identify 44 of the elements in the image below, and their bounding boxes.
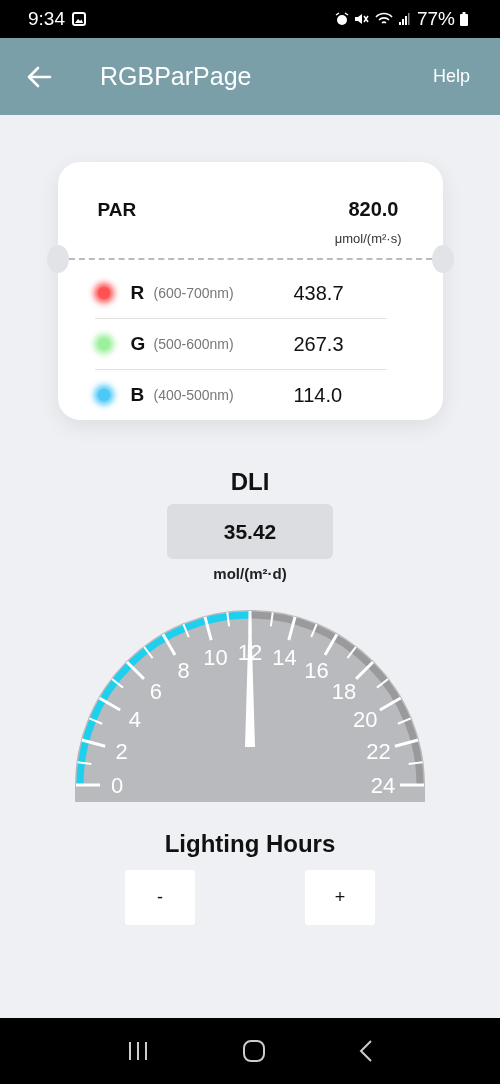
mute-icon xyxy=(353,12,370,26)
par-unit: μmol/(m²·s) xyxy=(334,231,402,246)
par-label: PAR xyxy=(97,198,137,221)
gauge-label: 4 xyxy=(128,706,141,732)
band-letter: B xyxy=(130,384,146,406)
battery-icon xyxy=(460,12,468,26)
gauge-label: 2 xyxy=(115,738,128,764)
page-title: RGBParPage xyxy=(100,62,252,91)
gauge-label: 0 xyxy=(110,773,124,798)
home-icon[interactable] xyxy=(242,1039,266,1063)
gauge-label: 24 xyxy=(370,773,396,798)
hours-step-button[interactable]: - xyxy=(125,870,195,925)
dli-value: 35.42 xyxy=(167,504,333,559)
gauge-label: 6 xyxy=(149,678,163,704)
band-value: 114.0 xyxy=(293,383,343,407)
band-value: 267.3 xyxy=(293,332,344,356)
image-icon xyxy=(72,12,86,26)
band-value: 438.7 xyxy=(293,281,344,305)
band-range: (400-500nm) xyxy=(153,387,235,403)
recent-apps-icon[interactable] xyxy=(126,1041,149,1061)
par-value: 820.0 xyxy=(348,198,399,221)
band-letter: G xyxy=(130,333,147,355)
gauge-label: 22 xyxy=(366,738,391,764)
gauge-label: 8 xyxy=(177,657,190,683)
back-nav-icon[interactable] xyxy=(359,1039,374,1063)
dli-unit: mol/(m²·d) xyxy=(213,565,287,582)
wifi-icon xyxy=(374,12,393,26)
band-range: (500-600nm) xyxy=(153,336,235,352)
gauge-label: 16 xyxy=(304,657,329,683)
lighting-hours-title: Lighting Hours xyxy=(164,830,336,858)
gauge-label: 18 xyxy=(331,678,357,704)
gauge-label: 10 xyxy=(203,644,228,670)
gauge-label: 20 xyxy=(352,706,378,732)
battery-percent: 77% xyxy=(416,8,455,30)
band-range: (600-700nm) xyxy=(153,285,235,301)
hours-step-button[interactable]: + xyxy=(305,870,375,925)
card-notch xyxy=(431,245,454,273)
dli-title: DLI xyxy=(230,468,270,496)
card-notch xyxy=(46,245,69,273)
signal-icon xyxy=(397,12,410,26)
gauge-label: 14 xyxy=(272,644,297,670)
alarm-icon xyxy=(334,12,349,26)
band-letter: R xyxy=(130,282,146,304)
status-time: 9:34 xyxy=(28,8,65,30)
